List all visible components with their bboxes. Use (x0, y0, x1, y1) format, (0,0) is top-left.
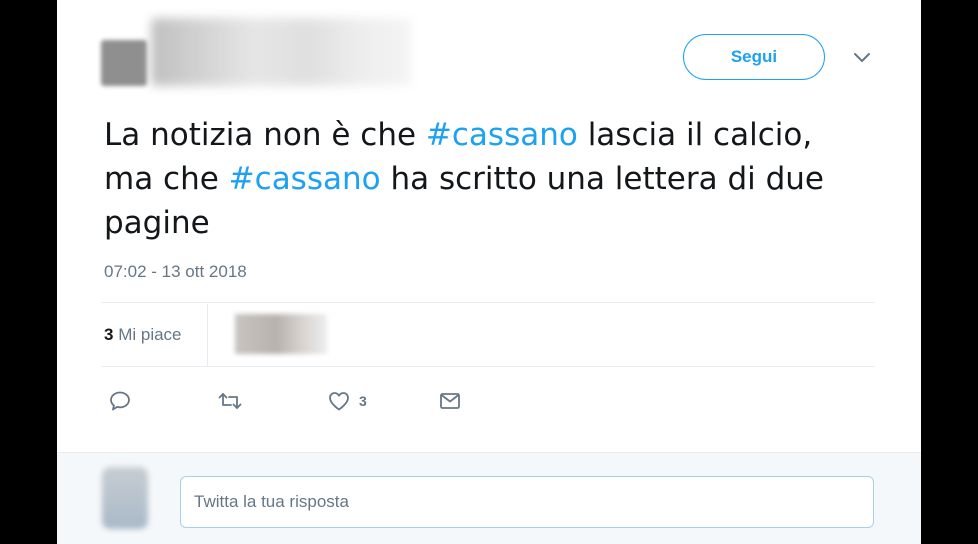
reply-button[interactable] (108, 389, 132, 413)
hashtag-link[interactable]: #cassano (426, 117, 578, 153)
follow-button-label: Segui (730, 47, 778, 66)
tweet-text: La notizia non è che #cassano lascia il … (104, 113, 894, 245)
tweet-text-segment: ma che (104, 161, 229, 197)
tweet-text-segment: pagine (104, 205, 210, 241)
chevron-down-icon[interactable] (853, 50, 871, 64)
hashtag-link[interactable]: #cassano (229, 161, 381, 197)
author-name[interactable] (151, 18, 411, 86)
tweet-text-segment: lascia il calcio, (577, 117, 813, 153)
reply-icon (108, 389, 132, 413)
avatar (102, 467, 148, 529)
tweet-timestamp[interactable]: 07:02 - 13 ott 2018 (104, 262, 247, 282)
retweet-icon (217, 389, 243, 413)
like-button[interactable]: 3 (327, 389, 367, 413)
tweet-text-segment: La notizia non è che (104, 117, 426, 153)
divider (102, 302, 874, 303)
reply-composer: Twitta la tua risposta (57, 452, 921, 544)
reply-placeholder: Twitta la tua risposta (194, 492, 349, 511)
retweet-button[interactable] (217, 389, 243, 413)
heart-icon (327, 389, 351, 413)
likes-count: 3 (104, 325, 114, 344)
envelope-icon (438, 389, 462, 413)
follow-button[interactable]: Segui (683, 34, 825, 80)
direct-message-button[interactable] (438, 389, 462, 413)
likes-stat[interactable]: 3 Mi piace (104, 325, 182, 345)
likes-label: Mi piace (118, 325, 182, 344)
author-avatar[interactable] (101, 40, 147, 86)
tweet-author-blurred[interactable] (101, 18, 413, 90)
stats-separator (207, 304, 208, 366)
reply-input[interactable]: Twitta la tua risposta (180, 476, 874, 528)
liker-avatar-blurred[interactable] (235, 314, 327, 354)
divider (102, 366, 874, 367)
tweet-text-segment: ha scritto una lettera di due (380, 161, 824, 197)
tweet-card: Segui La notizia non è che #cassano lasc… (57, 0, 921, 544)
like-count: 3 (359, 393, 367, 409)
